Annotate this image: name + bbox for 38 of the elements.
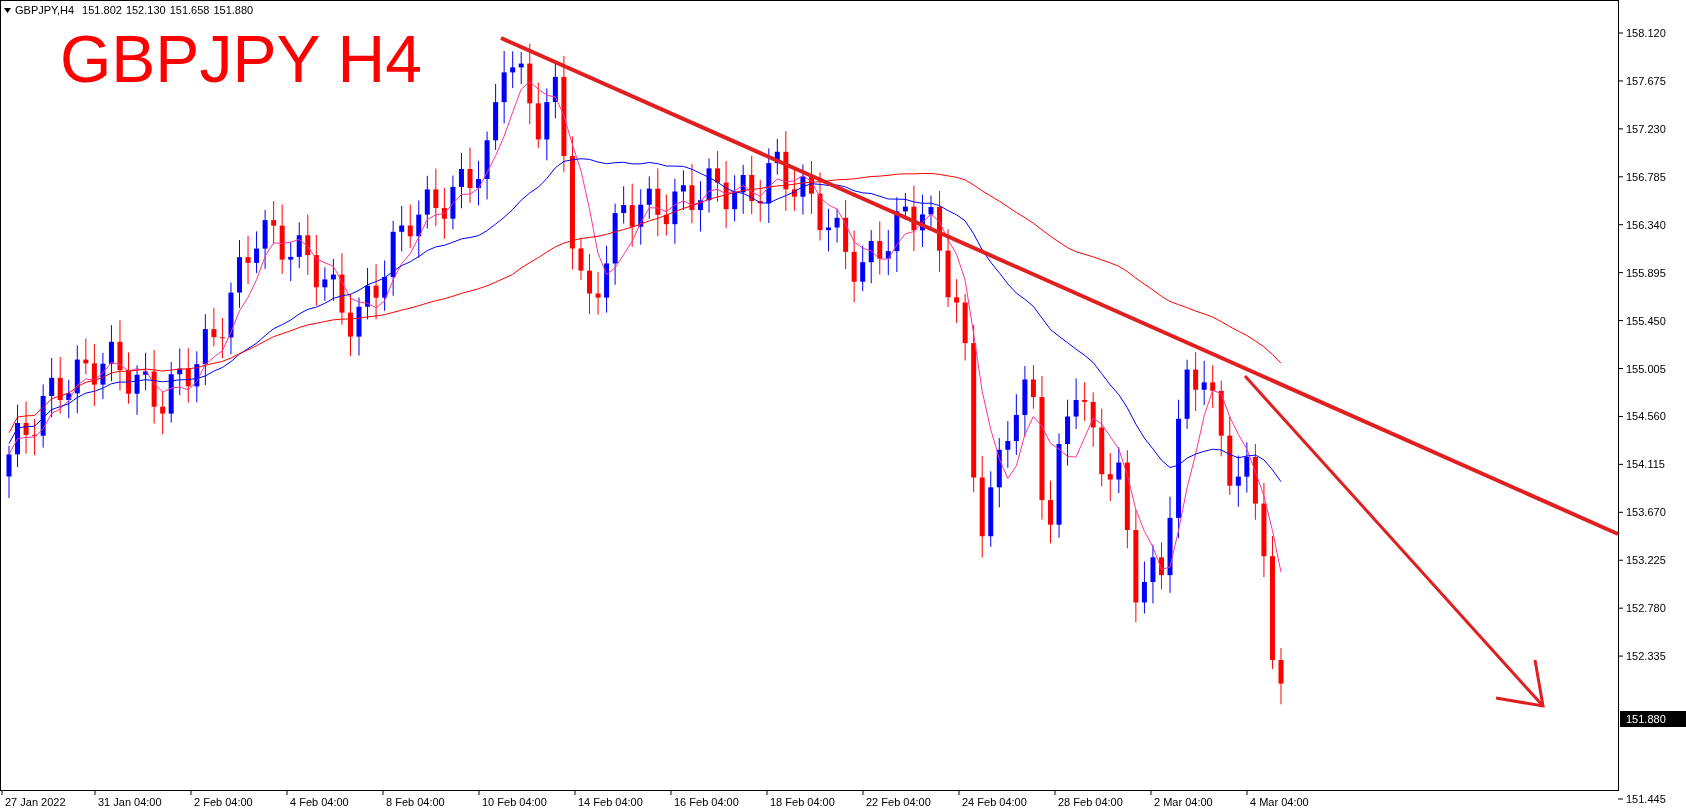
price-tick-label: 157.675 bbox=[1626, 74, 1666, 87]
price-tick-label: 152.335 bbox=[1626, 650, 1666, 663]
time-tick-label: 8 Feb 04:00 bbox=[386, 796, 445, 808]
time-tick-label: 4 Mar 04:00 bbox=[1250, 796, 1309, 808]
time-tick-label: 2 Feb 04:00 bbox=[194, 796, 253, 808]
time-tick-label: 14 Feb 04:00 bbox=[578, 796, 643, 808]
time-tick-label: 28 Feb 04:00 bbox=[1058, 796, 1123, 808]
symbol-label: GBPJPY,H4 bbox=[15, 3, 75, 18]
time-tick-label: 4 Feb 04:00 bbox=[290, 796, 349, 808]
price-tick-label: 155.895 bbox=[1626, 266, 1666, 279]
close-price: 151.880 bbox=[213, 3, 254, 18]
price-tick-label: 154.115 bbox=[1626, 458, 1665, 471]
time-tick-label: 27 Jan 2022 bbox=[5, 796, 66, 808]
price-tick-label: 156.340 bbox=[1626, 218, 1666, 231]
price-tick-label: 153.670 bbox=[1626, 506, 1666, 519]
price-tick-label: 152.780 bbox=[1626, 602, 1666, 615]
dropdown-triangle-icon[interactable] bbox=[4, 7, 11, 13]
time-tick-label: 10 Feb 04:00 bbox=[482, 796, 547, 808]
low-price: 151.658 bbox=[169, 3, 210, 18]
price-tick-label: 153.225 bbox=[1626, 554, 1666, 567]
time-tick-label: 31 Jan 04:00 bbox=[98, 796, 162, 808]
chart-title: GBPJPY H4 bbox=[60, 26, 422, 92]
high-price: 152.130 bbox=[125, 3, 166, 18]
price-tick-label: 156.785 bbox=[1626, 170, 1666, 183]
price-tick-label: 155.450 bbox=[1626, 314, 1666, 327]
price-tick-label: 155.005 bbox=[1626, 362, 1666, 375]
price-tick-label: 157.230 bbox=[1626, 122, 1666, 135]
price-tick-label: 154.560 bbox=[1626, 410, 1666, 423]
price-tick-label: 151.445 bbox=[1626, 793, 1666, 805]
time-tick-label: 24 Feb 04:00 bbox=[962, 796, 1027, 808]
price-tick-label: 158.120 bbox=[1626, 27, 1666, 39]
open-price: 151.802 bbox=[82, 3, 122, 18]
time-tick-label: 2 Mar 04:00 bbox=[1154, 796, 1213, 808]
current-price-text: 151.880 bbox=[1626, 713, 1666, 725]
current-price-label bbox=[1620, 711, 1686, 727]
time-tick-label: 18 Feb 04:00 bbox=[770, 796, 835, 808]
time-tick-label: 22 Feb 04:00 bbox=[866, 796, 931, 808]
time-tick-label: 16 Feb 04:00 bbox=[674, 796, 739, 808]
